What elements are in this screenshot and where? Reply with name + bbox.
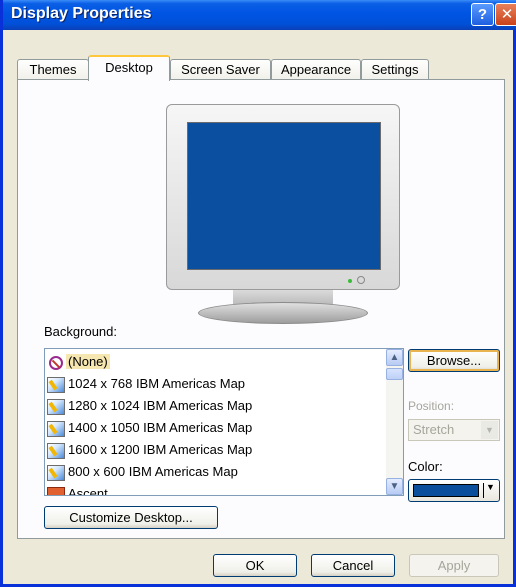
- tab-settings[interactable]: Settings: [361, 59, 429, 80]
- position-value: Stretch: [413, 422, 455, 437]
- chevron-down-icon: ▼: [486, 482, 495, 492]
- customize-desktop-button[interactable]: Customize Desktop...: [44, 506, 218, 529]
- chevron-down-icon: ▼: [481, 421, 498, 439]
- position-select[interactable]: Stretch ▼: [408, 419, 500, 441]
- background-listbox[interactable]: (None) 1024 x 768 IBM Americas Map 1280 …: [44, 348, 404, 496]
- apply-button[interactable]: Apply: [409, 554, 499, 577]
- browse-button[interactable]: Browse...: [408, 349, 500, 372]
- vertical-scrollbar[interactable]: ▲ ▼: [386, 349, 403, 495]
- list-item[interactable]: 1024 x 768 IBM Americas Map: [47, 373, 245, 395]
- color-separator: [483, 483, 484, 498]
- help-button[interactable]: ?: [471, 3, 494, 26]
- list-item[interactable]: 1400 x 1050 IBM Americas Map: [47, 417, 252, 439]
- image-icon: [47, 420, 65, 437]
- tab-screen-saver[interactable]: Screen Saver: [170, 59, 271, 80]
- close-button[interactable]: ✕: [495, 3, 516, 26]
- color-swatch: [413, 484, 479, 497]
- list-item[interactable]: Ascent: [47, 483, 108, 496]
- monitor-preview: [166, 104, 400, 290]
- desktop-tab-panel: Background: (None) 1024 x 768 IBM Americ…: [17, 79, 505, 539]
- image-icon: [47, 486, 65, 495]
- list-item-label: 1400 x 1050 IBM Americas Map: [68, 420, 253, 435]
- list-item[interactable]: 800 x 600 IBM Americas Map: [47, 461, 238, 483]
- list-item[interactable]: 1600 x 1200 IBM Americas Map: [47, 439, 252, 461]
- tab-themes[interactable]: Themes: [17, 59, 89, 80]
- monitor-screen: [187, 122, 381, 270]
- list-item-label: 1600 x 1200 IBM Americas Map: [68, 442, 253, 457]
- monitor-base: [198, 302, 368, 324]
- image-icon: [47, 442, 65, 459]
- list-item-label: 1280 x 1024 IBM Americas Map: [68, 398, 253, 413]
- background-label: Background:: [44, 324, 117, 339]
- image-icon: [47, 464, 65, 481]
- list-item-label: (None): [66, 354, 110, 369]
- cancel-button[interactable]: Cancel: [311, 554, 395, 577]
- window-title: Display Properties: [11, 5, 152, 22]
- position-label: Position:: [408, 399, 455, 413]
- color-label: Color:: [408, 459, 443, 474]
- title-bar[interactable]: Display Properties ? ✕: [3, 0, 516, 30]
- list-item-label: 800 x 600 IBM Americas Map: [68, 464, 238, 479]
- power-led-icon: [348, 279, 352, 283]
- color-picker-button[interactable]: ▼: [408, 479, 500, 502]
- none-icon: [49, 355, 63, 370]
- image-icon: [47, 376, 65, 393]
- list-item-label: Ascent: [68, 486, 108, 496]
- ok-button[interactable]: OK: [213, 554, 297, 577]
- tab-desktop[interactable]: Desktop: [88, 55, 170, 81]
- list-item[interactable]: 1280 x 1024 IBM Americas Map: [47, 395, 252, 417]
- list-item-label: 1024 x 768 IBM Americas Map: [68, 376, 246, 391]
- scroll-up-icon[interactable]: ▲: [386, 349, 403, 366]
- list-item[interactable]: (None): [47, 351, 110, 373]
- scroll-down-icon[interactable]: ▼: [386, 478, 403, 495]
- scroll-thumb[interactable]: [386, 368, 403, 380]
- display-properties-window: Display Properties ? ✕ Themes Desktop Sc…: [0, 0, 516, 587]
- tab-appearance[interactable]: Appearance: [271, 59, 361, 80]
- monitor-knob-icon: [357, 276, 365, 284]
- image-icon: [47, 398, 65, 415]
